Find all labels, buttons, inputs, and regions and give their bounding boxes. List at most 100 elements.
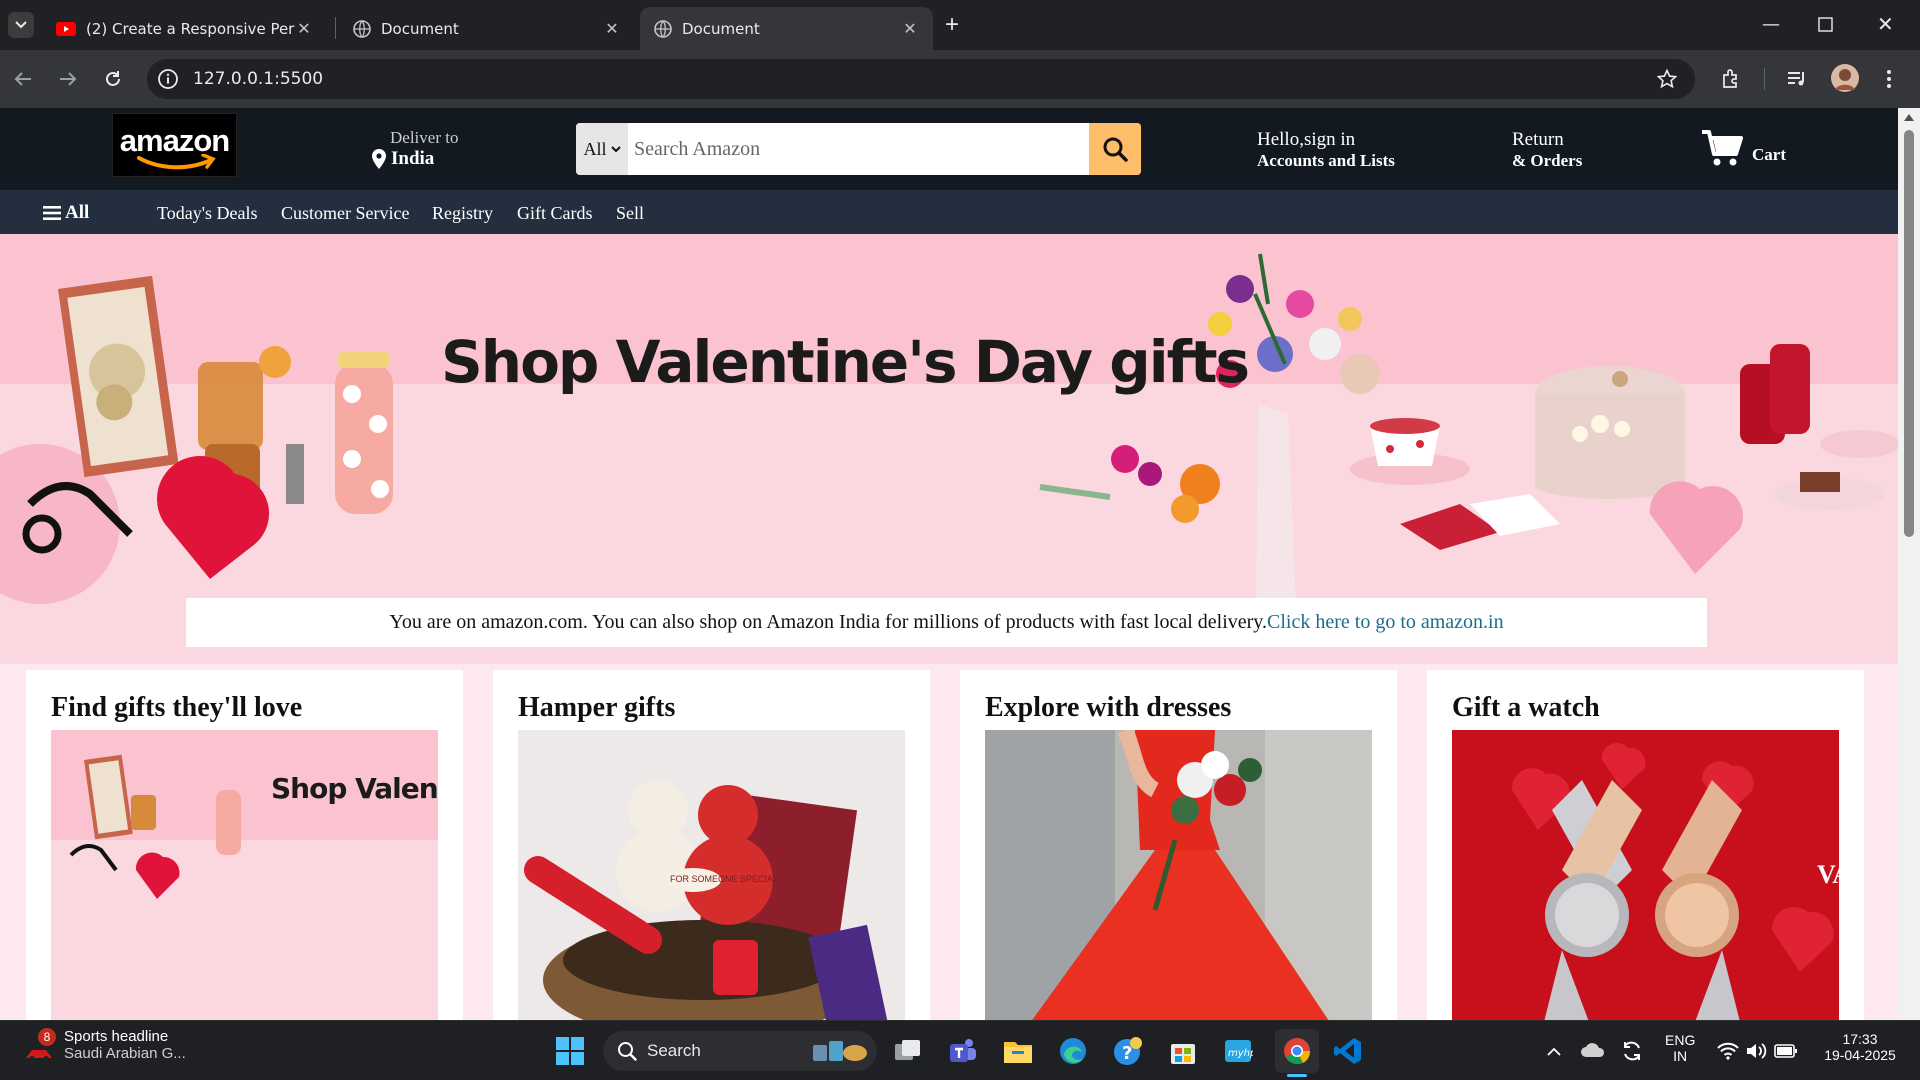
card-image[interactable]: VA (1452, 730, 1839, 1020)
arrow-left-icon (14, 72, 31, 86)
search-category-select[interactable]: All (576, 123, 628, 175)
amazon-logo[interactable]: amazon (112, 113, 237, 177)
back-button[interactable] (10, 66, 36, 92)
tab-close-icon[interactable]: ✕ (295, 19, 313, 38)
deliver-location: India (391, 148, 435, 169)
media-controls-button[interactable] (1784, 66, 1810, 92)
bookmark-star-icon[interactable] (1657, 69, 1677, 89)
cart-button[interactable]: Cart (1700, 128, 1786, 168)
card-title: Gift a watch (1452, 692, 1600, 723)
all-menu-button[interactable]: All (43, 202, 89, 224)
arrow-right-icon (60, 72, 77, 86)
subnav-todays-deals[interactable]: Today's Deals (157, 203, 257, 224)
maximize-icon (1818, 17, 1833, 32)
page-viewport: amazon Deliver to India All Search Amazo… (0, 108, 1898, 1020)
search-highlight-icon (813, 1041, 867, 1061)
subnav-registry[interactable]: Registry (432, 203, 493, 224)
url-text[interactable]: 127.0.0.1:5500 (193, 69, 323, 89)
all-label: All (65, 202, 90, 223)
close-window-button[interactable]: ✕ (1877, 12, 1894, 36)
browser-menu-button[interactable] (1876, 66, 1902, 92)
account-greeting: Hello,sign in (1257, 129, 1356, 150)
address-bar[interactable]: 127.0.0.1:5500 (147, 59, 1695, 99)
browser-toolbar: 127.0.0.1:5500 (0, 50, 1920, 108)
help-icon: ? (1114, 1037, 1142, 1065)
store-button[interactable] (1165, 1033, 1201, 1069)
new-tab-button[interactable]: + (945, 13, 959, 37)
svg-text:?: ? (1122, 1043, 1132, 1064)
extensions-button[interactable] (1718, 66, 1744, 92)
card-image[interactable]: Shop Valenti (51, 730, 438, 1020)
card-image[interactable] (985, 730, 1372, 1020)
search-icon (1103, 137, 1128, 162)
amazon-in-link[interactable]: Click here to go to amazon.in (1267, 611, 1504, 634)
file-explorer-button[interactable] (1000, 1033, 1036, 1069)
card-image[interactable]: FOR SOMEONE SPECIAL (518, 730, 905, 1020)
forward-button[interactable] (55, 66, 81, 92)
chrome-button[interactable] (1275, 1029, 1319, 1077)
task-view-button[interactable] (890, 1033, 926, 1069)
smile-arrow-icon (137, 154, 216, 170)
page-scrollbar[interactable] (1898, 108, 1920, 1020)
toolbar-divider (1764, 68, 1765, 90)
start-button[interactable] (552, 1033, 588, 1069)
search-bar: All (576, 123, 1141, 175)
profile-avatar[interactable] (1830, 63, 1860, 93)
browser-tab-bar: (2) Create a Responsive Persona ✕ Docume… (0, 0, 1920, 50)
search-icon (618, 1042, 637, 1061)
vscode-button[interactable] (1330, 1033, 1366, 1069)
maximize-button[interactable] (1818, 16, 1833, 37)
orders-label: & Orders (1512, 151, 1583, 170)
chevron-down-icon (15, 21, 27, 29)
puzzle-icon (1723, 69, 1737, 88)
tab-document-1[interactable]: Document ✕ (339, 7, 635, 50)
show-hidden-icons-button[interactable] (1536, 1033, 1572, 1069)
news-widget[interactable]: 8 Sports headline Saudi Arabian G... (24, 1028, 186, 1068)
teams-button[interactable] (945, 1033, 981, 1069)
card-find-gifts[interactable]: Find gifts they'll love Shop Valenti (26, 670, 463, 1020)
site-info-icon[interactable] (157, 68, 179, 90)
teams-icon (950, 1039, 976, 1062)
scroll-up-arrow[interactable] (1904, 114, 1914, 121)
tab-separator (335, 17, 336, 39)
reload-button[interactable] (100, 66, 126, 92)
card-hamper-gifts[interactable]: Hamper gifts FOR SOMEONE SPECIAL (493, 670, 930, 1020)
tab-youtube[interactable]: (2) Create a Responsive Persona ✕ (42, 7, 327, 50)
thumbnail-text: Shop Valenti (271, 772, 438, 805)
account-menu[interactable]: Hello,sign in Accounts and Lists (1257, 129, 1395, 171)
subnav-gift-cards[interactable]: Gift Cards (517, 203, 593, 224)
tab-title: Document (682, 19, 760, 38)
media-queue-icon (1788, 72, 1804, 86)
onedrive-button[interactable] (1575, 1033, 1611, 1069)
thumbnail-text: FOR SOMEONE SPECIAL (670, 874, 779, 884)
tab-search-button[interactable] (8, 12, 34, 38)
clock[interactable]: 17:33 19-04-2025 (1815, 1031, 1905, 1063)
minimize-button[interactable]: — (1762, 14, 1780, 35)
hp-app-button[interactable]: myhp (1220, 1033, 1256, 1069)
scroll-thumb[interactable] (1904, 130, 1914, 537)
search-button[interactable] (1089, 123, 1141, 175)
news-subtitle: Saudi Arabian G... (64, 1045, 186, 1062)
taskbar-search[interactable]: Search (603, 1031, 877, 1071)
deliver-to[interactable]: Deliver to India (372, 128, 458, 170)
tab-document-active[interactable]: Document ✕ (640, 7, 933, 50)
tab-close-icon[interactable]: ✕ (603, 19, 621, 38)
sync-button[interactable] (1614, 1033, 1650, 1069)
returns-orders[interactable]: Return & Orders (1512, 129, 1582, 171)
card-gift-watch[interactable]: Gift a watch VA (1427, 670, 1864, 1020)
avatar-icon (1831, 64, 1859, 92)
search-input[interactable] (628, 123, 1089, 175)
help-app-button[interactable]: ? (1110, 1033, 1146, 1069)
tab-title: Document (381, 19, 459, 38)
edge-button[interactable] (1055, 1033, 1091, 1069)
tab-close-icon[interactable]: ✕ (901, 19, 919, 38)
card-explore-dresses[interactable]: Explore with dresses (960, 670, 1397, 1020)
language-indicator[interactable]: ENG IN (1665, 1032, 1695, 1064)
subnav-sell[interactable]: Sell (616, 203, 644, 224)
active-app-indicator (1287, 1074, 1307, 1077)
subnav-customer-service[interactable]: Customer Service (281, 203, 409, 224)
thumbnail-text: VA (1817, 860, 1839, 889)
globe-icon (353, 19, 371, 38)
hamburger-icon (43, 206, 61, 220)
battery-button[interactable] (1768, 1033, 1804, 1069)
